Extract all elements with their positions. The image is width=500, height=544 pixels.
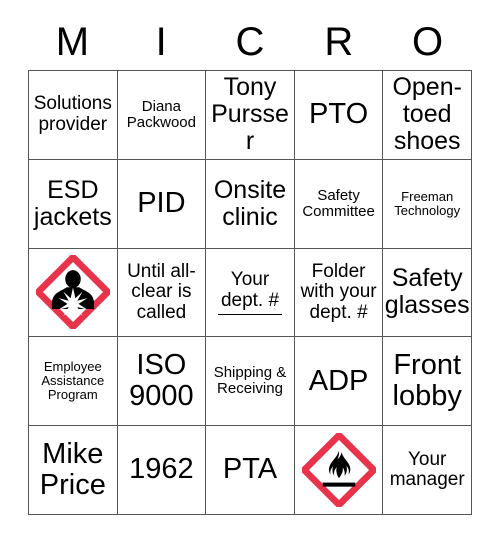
bingo-cell[interactable] bbox=[294, 426, 384, 515]
bingo-cell-label: Safety Committee bbox=[302, 186, 375, 220]
bingo-cell[interactable]: Solutions provider bbox=[29, 71, 118, 160]
bingo-cell[interactable]: ESD jackets bbox=[29, 159, 118, 249]
bingo-cell[interactable]: Open-toed shoes bbox=[383, 71, 472, 160]
bingo-cell[interactable]: ADP bbox=[294, 337, 384, 427]
bingo-cell[interactable]: Shipping & Receiving bbox=[206, 337, 295, 427]
fill-in-blank-line bbox=[218, 312, 282, 315]
ghs-health-hazard-icon bbox=[35, 255, 110, 330]
bingo-cell[interactable]: Safety glasses bbox=[383, 248, 472, 338]
header-letter-r: R bbox=[324, 20, 354, 64]
bingo-cell[interactable]: PTA bbox=[206, 426, 295, 515]
bingo-cell[interactable]: Onsite clinic bbox=[206, 159, 295, 249]
header-letter-i: I bbox=[155, 20, 167, 64]
bingo-cell[interactable]: Employee Assistance Program bbox=[29, 337, 118, 427]
bingo-cell-label: Front lobby bbox=[392, 348, 462, 413]
bingo-cell[interactable]: Your dept. # bbox=[206, 248, 295, 338]
bingo-cell-label: Solutions provider bbox=[33, 93, 112, 135]
bingo-header: M I C R O bbox=[28, 14, 472, 70]
bingo-cell[interactable]: Freeman Technology bbox=[383, 159, 472, 249]
bingo-card: M I C R O Solutions provider Diana Packwo… bbox=[0, 0, 500, 544]
bingo-cell-label: PTA bbox=[222, 453, 278, 486]
bingo-cell[interactable]: Folder with your dept. # bbox=[294, 248, 384, 338]
bingo-cell[interactable]: Until all-clear is called bbox=[117, 248, 207, 338]
bingo-cell-label: Your manager bbox=[389, 448, 465, 491]
bingo-cell-label: PTO bbox=[309, 98, 369, 131]
bingo-cell-label: 1962 bbox=[129, 453, 194, 486]
header-letter-m: M bbox=[55, 20, 90, 64]
bingo-cell-label: Mike Price bbox=[39, 437, 106, 502]
bingo-cell-label: Employee Assistance Program bbox=[41, 359, 105, 403]
bingo-cell[interactable]: 1962 bbox=[117, 426, 207, 515]
bingo-cell-label: Folder with your dept. # bbox=[300, 260, 377, 323]
bingo-cell-label: Shipping & Receiving bbox=[213, 364, 287, 398]
bingo-cell[interactable]: PID bbox=[117, 159, 207, 249]
bingo-cell-label: ISO 9000 bbox=[129, 348, 194, 413]
bingo-cell[interactable]: Front lobby bbox=[383, 337, 472, 427]
bingo-grid: Solutions provider Diana Packwood Tony Pur… bbox=[28, 70, 472, 515]
header-letter-c: C bbox=[235, 20, 265, 64]
bingo-cell-label: Freeman Technology bbox=[394, 188, 461, 218]
bingo-cell-label: Your dept. # bbox=[207, 270, 293, 315]
bingo-cell[interactable]: Diana Packwood bbox=[117, 71, 207, 160]
bingo-cell[interactable]: ISO 9000 bbox=[117, 337, 207, 427]
bingo-cell[interactable]: Safety Committee bbox=[294, 159, 384, 249]
header-letter-o: O bbox=[412, 20, 444, 64]
bingo-cell-label: ADP bbox=[308, 364, 369, 397]
bingo-cell-label: Diana Packwood bbox=[126, 97, 196, 131]
bingo-cell-label: Safety glasses bbox=[384, 264, 470, 320]
bingo-cell-label: Until all-clear is called bbox=[127, 260, 196, 323]
ghs-flammable-icon bbox=[301, 433, 376, 508]
bingo-cell-label: Onsite clinic bbox=[213, 175, 287, 231]
bingo-cell-label: Tony Pursser bbox=[211, 73, 289, 156]
bingo-cell[interactable]: PTO bbox=[294, 71, 384, 160]
bingo-cell[interactable]: Mike Price bbox=[29, 426, 118, 515]
bingo-cell[interactable] bbox=[29, 248, 118, 338]
bingo-cell[interactable]: Your manager bbox=[383, 426, 472, 515]
bingo-cell-label: ESD jackets bbox=[33, 175, 112, 231]
bingo-cell[interactable]: Tony Pursser bbox=[206, 71, 295, 160]
bingo-cell-label: PID bbox=[137, 187, 186, 220]
bingo-cell-label: Open-toed shoes bbox=[392, 73, 462, 156]
